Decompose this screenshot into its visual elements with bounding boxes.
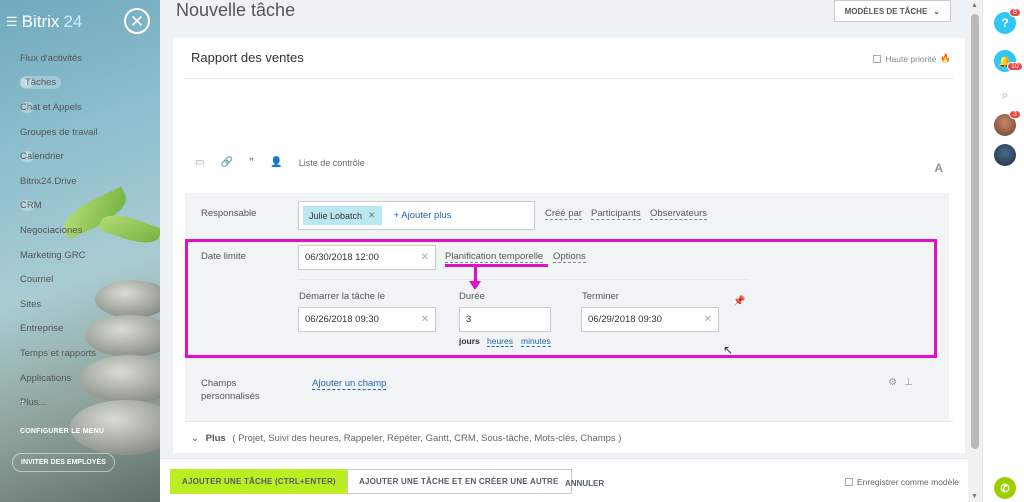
assignee-chip[interactable]: Julie Lobatch ✕ <box>303 206 382 225</box>
editor-toolbar: ▭ 🔗 ❞ 👤 Liste de contrôle <box>195 157 365 168</box>
invite-employees-button[interactable]: INVITER DES EMPLOYÉS <box>12 453 115 472</box>
pin-icon[interactable]: ⊥ <box>904 377 913 388</box>
avatar-badge: 3 <box>1009 110 1021 119</box>
sidebar-item-temps[interactable]: Temps et rapports <box>20 341 96 366</box>
sidebar-item-flux[interactable]: Flux d'activités <box>20 46 82 71</box>
sidebar-item-sites[interactable]: Sites <box>20 292 41 317</box>
notification-badge: 10 <box>1007 62 1023 71</box>
add-field-link[interactable]: Ajouter un champ <box>312 378 387 390</box>
text-format-icon[interactable]: A <box>934 161 943 175</box>
chevron-down-icon: ⌄ <box>933 6 940 16</box>
scroll-up-icon[interactable]: ▲ <box>971 2 978 9</box>
brand-number: 24 <box>63 12 83 31</box>
vertical-scrollbar[interactable]: ▲ ▼ <box>968 0 982 502</box>
more-options-row[interactable]: ⌄ Plus ( Projet, Suivi des heures, Rappe… <box>191 433 621 444</box>
background-stone <box>80 355 160 403</box>
checkbox[interactable] <box>873 54 882 63</box>
highlight-underline <box>445 264 548 267</box>
background-stone <box>85 315 160 357</box>
add-task-button[interactable]: AJOUTER UNE TÂCHE (CTRL+ENTER) <box>170 469 348 494</box>
footer-bar: AJOUTER UNE TÂCHE (CTRL+ENTER) AJOUTER U… <box>160 458 983 502</box>
left-sidebar: ☰ Bitrix 24 Flux d'activités Tâches 5 Cha… <box>0 0 160 502</box>
custom-fields-label: Champs <box>201 378 237 389</box>
add-and-create-another-button[interactable]: AJOUTER UNE TÂCHE ET EN CRÉER UNE AUTRE <box>346 469 572 494</box>
sidebar-item-courriel[interactable]: Courriel <box>20 267 53 292</box>
sidebar-item-calendrier[interactable]: Calendrier 1 <box>20 144 64 169</box>
sidebar-item-chat[interactable]: Chat et Appels 3 <box>20 95 82 120</box>
video-icon[interactable]: ▭ <box>195 157 204 168</box>
chevron-down-icon: ⌄ <box>191 433 199 444</box>
close-icon[interactable]: ✕ <box>368 210 376 221</box>
link-icon[interactable]: 🔗 <box>220 157 232 168</box>
scrollbar-thumb[interactable] <box>971 14 979 449</box>
task-editor: Nouvelle tâche MODÈLES DE TÂCHE ⌄ Rappor… <box>160 0 983 502</box>
task-title-input[interactable]: Rapport des ventes <box>191 50 304 65</box>
task-templates-button[interactable]: MODÈLES DE TÂCHE ⌄ <box>833 0 951 22</box>
sidebar-item-marketing[interactable]: Marketing GRC <box>20 243 85 268</box>
hamburger-icon[interactable]: ☰ <box>6 14 18 30</box>
right-toolbar: ? 8 🔔 10 ⌕ 3 ✆ <box>982 0 1024 502</box>
highlight-box <box>185 239 937 358</box>
app-logo[interactable]: ☰ Bitrix 24 <box>6 12 82 32</box>
phone-icon[interactable]: ✆ <box>994 477 1016 499</box>
checkbox[interactable] <box>844 478 853 486</box>
save-as-template-checkbox[interactable]: Enregistrer comme modèle <box>844 477 959 487</box>
configure-menu-link[interactable]: CONFIGURER LE MENU <box>20 428 104 435</box>
user-icon[interactable]: 👤 <box>270 157 282 168</box>
task-form: Rapport des ventes Haute priorité 🔥 ▭ 🔗 … <box>173 38 965 453</box>
help-badge: 8 <box>1009 8 1021 17</box>
cancel-button[interactable]: ANNULER <box>565 479 604 488</box>
add-more-link[interactable]: + Ajouter plus <box>394 210 452 221</box>
highlight-arrow-shaft <box>474 266 477 282</box>
close-icon[interactable]: ✕ <box>124 8 150 34</box>
highlight-arrow-head <box>469 281 481 290</box>
sidebar-item-groupes[interactable]: Groupes de travail <box>20 120 98 145</box>
observers-link[interactable]: Observateurs <box>650 208 708 220</box>
sidebar-menu: Flux d'activités Tâches 5 Chat et Appels 3… <box>20 46 98 415</box>
sidebar-item-crm[interactable]: CRM 7 <box>20 194 42 219</box>
checklist-button[interactable]: Liste de contrôle <box>299 158 365 168</box>
sidebar-item-taches[interactable]: Tâches 5 <box>20 71 62 96</box>
high-priority-checkbox[interactable]: Haute priorité 🔥 <box>873 53 951 64</box>
custom-fields-label-2: personnalisés <box>201 391 260 402</box>
sidebar-item-plus[interactable]: Plus... ▾ <box>20 390 46 415</box>
scroll-down-icon[interactable]: ▼ <box>971 493 978 500</box>
page-title: Nouvelle tâche <box>176 0 296 20</box>
created-by-link[interactable]: Créé par <box>545 208 582 220</box>
gear-icon[interactable]: ⚙ <box>888 377 897 388</box>
sidebar-item-entreprise[interactable]: Entreprise <box>20 317 63 342</box>
quote-icon[interactable]: ❞ <box>249 157 254 168</box>
divider <box>185 78 953 79</box>
sidebar-item-negociaciones[interactable]: Negociaciones <box>20 218 82 243</box>
avatar[interactable] <box>994 144 1016 166</box>
background-stone <box>95 280 160 318</box>
sidebar-item-drive[interactable]: Bitrix24.Drive <box>20 169 77 194</box>
search-icon[interactable]: ⌕ <box>994 84 1016 106</box>
participants-link[interactable]: Participants <box>591 208 641 220</box>
responsable-label: Responsable <box>201 208 257 219</box>
divider <box>185 421 953 422</box>
brand-name: Bitrix <box>21 12 60 31</box>
sidebar-item-applications[interactable]: Applications <box>20 366 71 391</box>
flame-icon: 🔥 <box>940 53 951 63</box>
responsable-field[interactable]: Julie Lobatch ✕ + Ajouter plus <box>298 201 535 230</box>
